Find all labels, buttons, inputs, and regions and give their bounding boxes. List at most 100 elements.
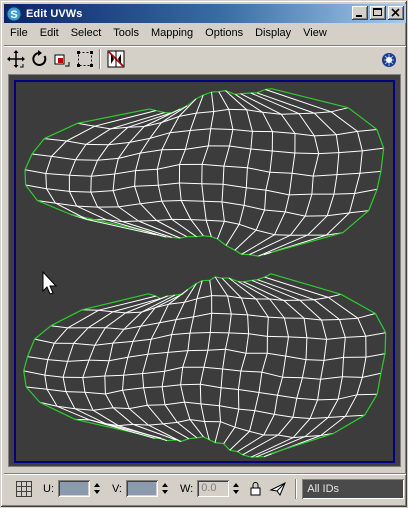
uv-edge — [23, 370, 45, 376]
scale-tool-button[interactable] — [51, 48, 73, 70]
uv-edge — [203, 366, 223, 370]
uv-edge — [273, 395, 278, 415]
uv-edge — [268, 316, 285, 319]
uv-edge — [331, 107, 349, 113]
uv-edge — [207, 348, 226, 351]
menu-tools[interactable]: Tools — [107, 24, 145, 42]
uv-boundary-edge — [380, 353, 386, 374]
uv-edge — [348, 193, 356, 214]
uv-edge — [51, 155, 76, 161]
uv-edge — [247, 314, 250, 334]
uv-edge — [237, 370, 242, 390]
uv-edge — [207, 128, 212, 146]
uv-edge — [327, 212, 350, 217]
uv-edge — [218, 91, 230, 110]
uv-edge — [146, 404, 164, 425]
u-spinner[interactable] — [92, 480, 102, 497]
uv-edge — [312, 153, 320, 177]
title-bar[interactable]: S Edit UVWs — [4, 4, 406, 23]
rotate-tool-button[interactable] — [28, 48, 50, 70]
uv-edge — [269, 171, 293, 174]
menu-file[interactable]: File — [4, 24, 34, 42]
uv-edge — [206, 219, 225, 222]
uv-edge — [294, 133, 315, 137]
menu-select[interactable]: Select — [65, 24, 108, 42]
lock-selection-button[interactable] — [247, 480, 265, 498]
arrow-cursor-icon — [42, 270, 58, 295]
uv-edge — [128, 408, 149, 426]
uv-edge — [343, 337, 346, 358]
uv-boundary-edge — [218, 90, 226, 93]
uv-edge — [296, 377, 303, 399]
uv-edge — [256, 436, 306, 458]
uv-edge — [228, 332, 249, 335]
uv-edge — [238, 389, 260, 393]
uv-edge — [156, 149, 163, 170]
uv-edge — [291, 152, 296, 174]
uv-edge — [288, 336, 307, 339]
maximize-button[interactable] — [370, 6, 386, 20]
move-tool-button[interactable] — [5, 48, 27, 70]
uv-edge — [321, 319, 328, 340]
uv-edge — [251, 279, 301, 301]
uv-edge — [46, 388, 58, 407]
uv-edge — [69, 190, 91, 193]
uv-edge — [307, 215, 328, 236]
paper-plane-icon — [269, 481, 287, 496]
uv-edge — [266, 317, 269, 337]
uv-edge — [161, 200, 173, 220]
snap-grid-button[interactable] — [15, 480, 33, 498]
menu-view[interactable]: View — [297, 24, 333, 42]
uv-viewport[interactable] — [14, 80, 395, 463]
menu-bar: File Edit Select Tools Mapping Options D… — [4, 24, 406, 42]
uv-edge — [180, 200, 192, 220]
uv-edge — [229, 129, 234, 147]
uv-edge — [249, 430, 264, 436]
u-value-field[interactable] — [58, 480, 90, 497]
uv-edge — [66, 140, 87, 145]
id-filter-dropdown[interactable]: All IDs — [302, 478, 405, 499]
send-button[interactable] — [269, 480, 287, 498]
uv-edge — [289, 193, 312, 196]
uv-edge — [292, 172, 314, 177]
uv-boundary-edge — [25, 386, 41, 403]
menu-options[interactable]: Options — [199, 24, 249, 42]
v-spinner[interactable] — [160, 480, 170, 497]
uv-edge — [337, 394, 358, 400]
close-button[interactable] — [388, 6, 404, 20]
uv-edge — [247, 167, 270, 173]
minimize-button[interactable] — [352, 6, 368, 20]
uv-edge — [221, 184, 224, 202]
freeform-tool-button[interactable] — [74, 48, 96, 70]
uv-edge — [134, 184, 159, 187]
menu-edit[interactable]: Edit — [34, 24, 65, 42]
uv-edge — [210, 111, 215, 129]
uv-boundary-edge — [202, 91, 212, 96]
mirror-tool-button[interactable] — [105, 48, 127, 70]
menu-display[interactable]: Display — [249, 24, 297, 42]
uv-edge — [326, 336, 346, 340]
uv-edge — [171, 332, 191, 336]
uv-edge — [189, 112, 197, 131]
menu-mapping[interactable]: Mapping — [145, 24, 199, 42]
uv-boundary-edge — [376, 171, 382, 190]
uv-boundary-edge — [23, 356, 29, 372]
uv-boundary-edge — [270, 273, 342, 295]
uv-edge — [243, 204, 265, 211]
v-value-field[interactable] — [126, 480, 158, 497]
uv-edge — [285, 336, 289, 357]
uv-edge — [75, 159, 98, 161]
uv-edge — [157, 164, 180, 170]
uv-edge — [263, 414, 275, 436]
uv-edge — [62, 377, 67, 392]
options-teapot-button[interactable] — [378, 49, 400, 71]
uv-edge — [339, 317, 358, 320]
uv-edge — [180, 383, 201, 386]
uv-edge — [330, 111, 358, 132]
w-value-field[interactable]: 0.0 — [197, 480, 230, 497]
uv-edge — [278, 434, 294, 439]
uv-edge — [44, 374, 64, 378]
uv-edge — [328, 293, 342, 298]
w-spinner[interactable] — [231, 480, 241, 497]
uv-edge — [157, 185, 163, 202]
